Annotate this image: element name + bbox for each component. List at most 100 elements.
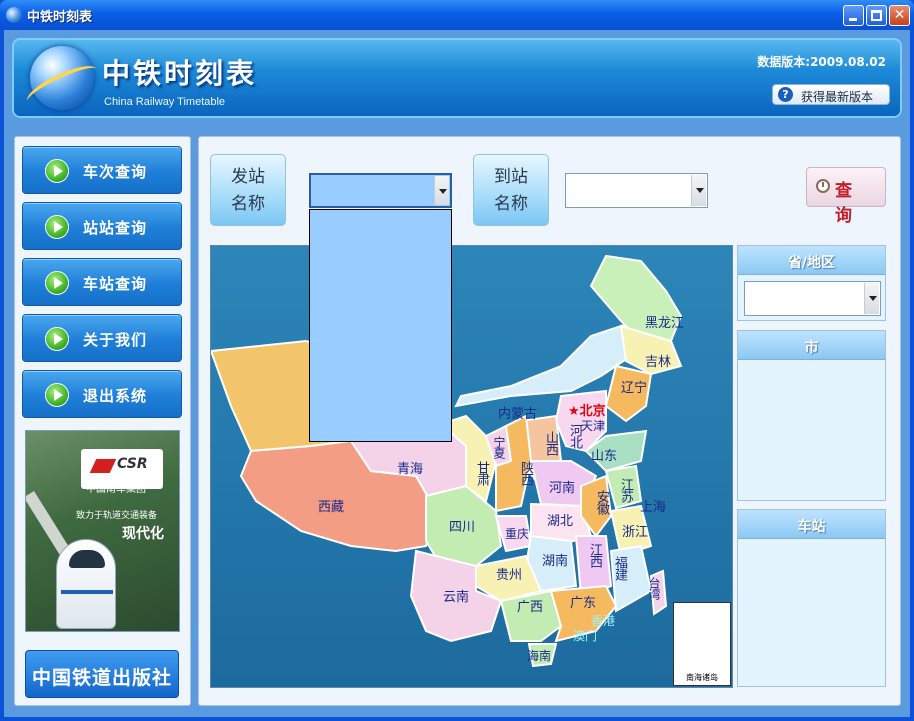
left-nav-panel: 车次查询 站站查询 车站查询 关于我们 退出系统 CSR 中国南车集团 致力于轨… [14,136,191,706]
title-bar[interactable]: 中铁时刻表 ✕ [0,0,914,30]
maximize-button[interactable] [866,5,887,26]
province-label[interactable]: 台湾 [647,577,661,599]
nav-label: 退出系统 [83,387,148,405]
window-client-area: 中铁时刻表 China Railway Timetable 数据版本:2009.… [4,30,910,717]
province-label[interactable]: 辽宁 [621,377,647,396]
province-label[interactable]: 上海 [640,496,666,515]
province-label[interactable]: 广西 [517,596,543,615]
nav-train-query-button[interactable]: 车次查询 [22,146,182,194]
data-version: 数据版本:2009.08.02 [757,55,886,69]
nav-about-button[interactable]: 关于我们 [22,314,182,362]
app-subtitle: China Railway Timetable [104,96,226,108]
province-label[interactable]: 甘肃 [474,461,489,485]
help-icon: ? [778,87,793,102]
minimize-button[interactable] [843,5,864,26]
province-label[interactable]: 山东 [591,445,617,464]
province-label[interactable]: 内蒙古 [498,403,537,422]
province-label[interactable]: 河北 [567,424,582,448]
province-header: 省/地区 [738,246,885,275]
chevron-down-icon[interactable] [864,283,879,314]
province-label[interactable]: 四川 [449,516,475,535]
province-label[interactable]: 陕西 [518,461,533,485]
province-label[interactable]: 江西 [587,543,602,567]
from-station-label: 发站 名称 [210,154,286,226]
station-header-label: 车站 [797,519,826,535]
province-combo[interactable] [744,281,881,316]
province-label[interactable]: 湖北 [547,510,573,529]
south-china-sea-inset: 南海诸岛 [673,602,731,686]
csr-advertisement[interactable]: CSR 中国南车集团 致力于轨道交通装备 现代化 [25,430,180,632]
publisher-button[interactable]: 中国铁道出版社 [25,650,179,698]
province-label[interactable]: 澳门 [573,627,597,644]
ad-group-name: 中国南车集团 [86,484,146,495]
province-label[interactable]: 湖南 [542,550,568,569]
window-title: 中铁时刻表 [27,10,93,25]
header-banner: 中铁时刻表 China Railway Timetable 数据版本:2009.… [12,38,902,118]
province-label[interactable]: 广东 [570,592,596,611]
province-label[interactable]: 福建 [612,556,627,580]
play-icon [45,159,69,183]
province-label[interactable]: 重庆 [505,525,529,542]
globe-logo-icon [22,46,102,112]
province-label[interactable]: 吉林 [645,351,671,370]
publisher-label: 中国铁道出版社 [31,667,172,689]
chevron-down-icon[interactable] [691,175,706,206]
high-speed-train-image [56,539,116,629]
to-label-line1: 到站 [494,167,528,187]
update-button[interactable]: ? 获得最新版本 [772,84,890,105]
from-label-line2: 名称 [231,194,265,214]
clock-icon [816,179,830,193]
nav-label: 站站查询 [83,219,148,237]
close-icon: ✕ [893,7,906,23]
nav-label: 车站查询 [83,275,148,293]
province-label[interactable]: 浙江 [622,521,648,540]
nav-exit-button[interactable]: 退出系统 [22,370,182,418]
province-label[interactable]: 贵州 [496,564,522,583]
province-label[interactable]: 青海 [397,458,423,477]
province-label[interactable]: 海南 [527,647,551,664]
play-icon [45,383,69,407]
nav-label: 车次查询 [83,163,148,181]
nav-station-query-button[interactable]: 车站查询 [22,258,182,306]
station-section[interactable]: 车站 [737,509,886,687]
from-label-line1: 发站 [231,167,265,187]
minimize-icon [849,18,857,21]
province-label[interactable]: 黑龙江 [645,312,684,331]
inset-caption: 南海诸岛 [686,673,718,682]
province-label[interactable]: 云南 [443,586,469,605]
to-station-combo[interactable] [565,173,708,208]
nav-station-to-station-button[interactable]: 站站查询 [22,202,182,250]
query-button[interactable]: 查 询 [806,167,886,226]
province-label[interactable]: 山西 [543,431,558,455]
province-header-label: 省/地区 [787,255,836,271]
maximize-icon [871,10,882,21]
main-panel: 发站 名称 到站 名称 查 询 黑龙江 吉林 辽宁 内蒙古 ★北京 天津 河北 … [198,136,901,706]
ad-big-text: 现代化 [122,526,164,542]
nav-label: 关于我们 [83,331,148,349]
china-map[interactable]: 黑龙江 吉林 辽宁 内蒙古 ★北京 天津 河北 山西 山东 宁夏 甘肃 陕西 河… [210,245,733,688]
ad-slogan: 致力于轨道交通装备 [76,511,158,521]
to-station-label: 到站 名称 [473,154,549,226]
province-label[interactable]: 河南 [549,477,575,496]
app-title: 中铁时刻表 [102,57,258,90]
to-label-line2: 名称 [494,194,528,214]
to-station-text: 到站 名称 [474,164,548,218]
province-label[interactable]: 西藏 [318,496,344,515]
close-button[interactable]: ✕ [889,5,910,26]
province-label[interactable]: 天津 [581,417,605,434]
province-section: 省/地区 [737,245,886,321]
from-station-dropdown-list[interactable] [309,209,452,442]
play-icon [45,327,69,351]
station-header: 车站 [738,510,885,539]
city-header-label: 市 [804,340,819,356]
csr-brand: CSR [117,456,148,472]
province-label[interactable]: 宁夏 [492,436,506,458]
province-label[interactable]: 安徽 [594,490,609,514]
city-section[interactable]: 市 [737,330,886,501]
play-icon [45,215,69,239]
chevron-down-icon[interactable] [434,176,449,205]
play-icon [45,271,69,295]
from-station-combo[interactable] [309,173,452,208]
province-label[interactable]: 江苏 [618,478,633,502]
app-globe-icon [6,7,22,23]
